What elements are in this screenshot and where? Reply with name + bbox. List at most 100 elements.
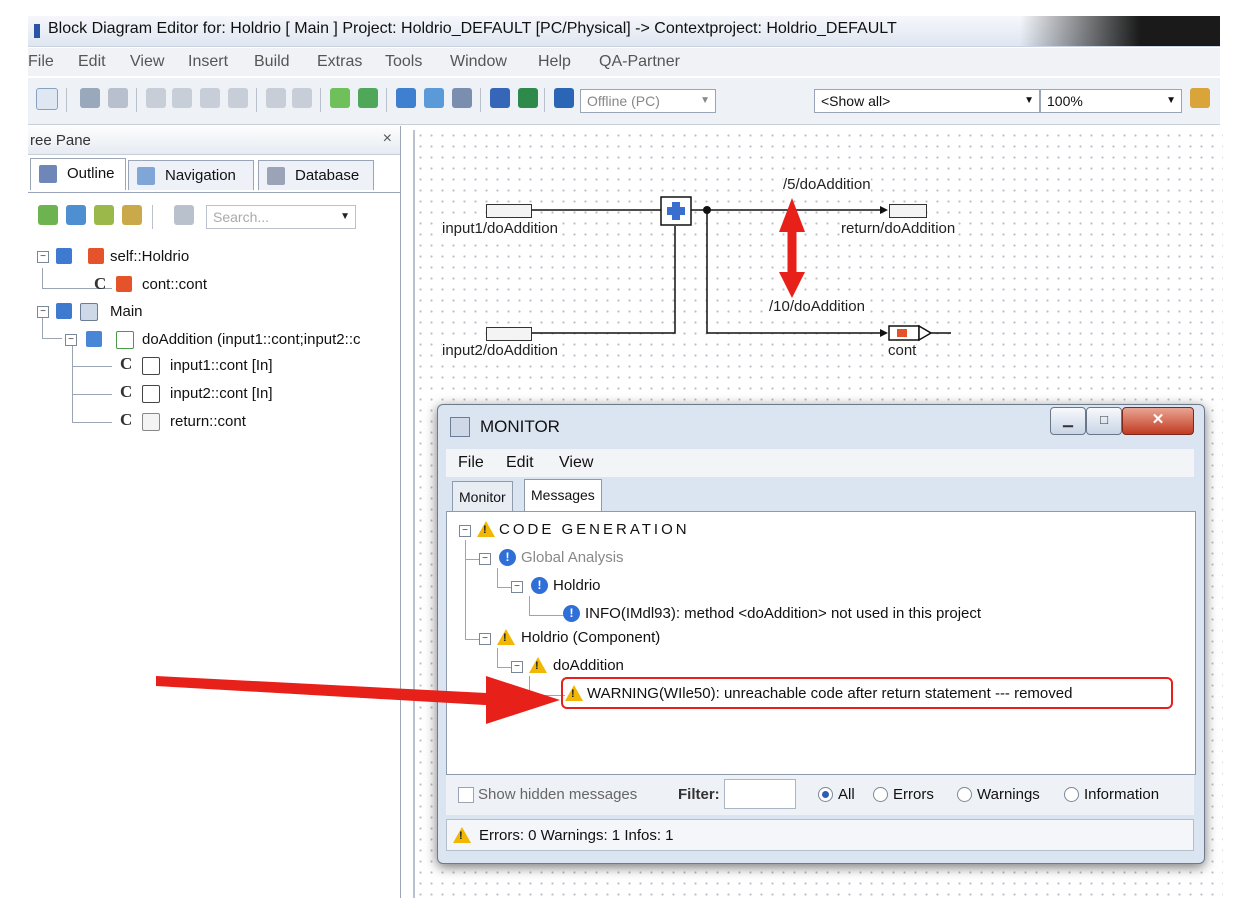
collapse-toggle[interactable]: −: [479, 633, 491, 645]
global-analysis-node[interactable]: Global Analysis: [521, 549, 624, 566]
input2-port[interactable]: [486, 327, 532, 341]
minimize-button[interactable]: ▁: [1050, 407, 1086, 435]
menu-build[interactable]: Build: [254, 53, 290, 71]
tree-pane-header: ree Pane ×: [28, 126, 400, 155]
menu-edit[interactable]: Edit: [78, 53, 106, 71]
annotation-arrow: [156, 676, 560, 724]
menu-window[interactable]: Window: [450, 53, 507, 71]
tree-item-return[interactable]: return::cont: [170, 413, 246, 430]
build-icon[interactable]: [358, 88, 378, 108]
collapse-all-icon[interactable]: [122, 205, 142, 225]
undo-icon[interactable]: [266, 88, 286, 108]
warning-message[interactable]: WARNING(WIle50): unreachable code after …: [587, 685, 1072, 702]
tab-outline-label: Outline: [67, 165, 115, 182]
annotation-arrowhead: [779, 272, 805, 298]
delete-icon[interactable]: [228, 88, 248, 108]
book-green-icon[interactable]: [518, 88, 538, 108]
download-icon[interactable]: [396, 88, 416, 108]
tree-search-placeholder: Search...: [213, 209, 270, 225]
zoom-select[interactable]: 100% ▼: [1040, 89, 1182, 113]
return-port[interactable]: [889, 204, 927, 218]
monitor-titlebar: MONITOR ▁ □ ✕: [438, 405, 1204, 445]
zoom-tool-icon[interactable]: [1190, 88, 1210, 108]
info-message[interactable]: INFO(IMdl93): method <doAddition> not us…: [585, 605, 981, 622]
radio-warnings[interactable]: [957, 787, 972, 802]
tree-item-input2[interactable]: input2::cont [In]: [170, 385, 273, 402]
paste-icon[interactable]: [200, 88, 220, 108]
collapse-toggle[interactable]: −: [37, 251, 49, 263]
messages-panel: − CODE GENERATION − ! Global Analysis − …: [446, 511, 1196, 775]
show-hidden-checkbox[interactable]: [458, 787, 474, 803]
tree-item-self-holdrio[interactable]: self::Holdrio: [110, 248, 189, 265]
tree-item-doaddition[interactable]: doAddition (input1::cont;input2::c: [142, 331, 360, 348]
annotation-arrow-head: [486, 676, 560, 724]
collapse-toggle[interactable]: −: [37, 306, 49, 318]
collapse-toggle[interactable]: −: [459, 525, 471, 537]
tree-search-input[interactable]: Search... ▼: [206, 205, 356, 229]
menu-tools[interactable]: Tools: [385, 53, 422, 71]
mode-select[interactable]: Offline (PC) ▼: [580, 89, 716, 113]
holdrio-component-node[interactable]: Holdrio (Component): [521, 629, 660, 646]
select-tool-icon[interactable]: [36, 88, 58, 110]
print-icon[interactable]: [108, 88, 128, 108]
menu-extras[interactable]: Extras: [317, 53, 362, 71]
tree-item-main[interactable]: Main: [110, 303, 143, 320]
edit-icon: [80, 303, 98, 321]
radio-errors[interactable]: [873, 787, 888, 802]
screen-icon[interactable]: [554, 88, 574, 108]
book-icon[interactable]: [490, 88, 510, 108]
filter-input[interactable]: [724, 779, 796, 809]
titlebar-shade: [1020, 16, 1220, 46]
save-icon[interactable]: [80, 88, 100, 108]
code-generation-node[interactable]: CODE GENERATION: [499, 521, 690, 538]
link-icon[interactable]: [174, 205, 194, 225]
database-icon: [267, 167, 285, 185]
window-title: Block Diagram Editor for: Holdrio [ Main…: [48, 20, 897, 37]
monitor-menu-view[interactable]: View: [559, 454, 593, 472]
radio-all[interactable]: [818, 787, 833, 802]
close-icon[interactable]: ×: [383, 130, 392, 148]
collapse-toggle[interactable]: −: [479, 553, 491, 565]
menu-qa-partner[interactable]: QA-Partner: [599, 53, 680, 71]
network-icon[interactable]: [424, 88, 444, 108]
tab-monitor[interactable]: Monitor: [452, 481, 513, 511]
tab-navigation[interactable]: Navigation: [128, 160, 254, 190]
filter-select[interactable]: <Show all> ▼: [814, 89, 1040, 113]
tab-database[interactable]: Database: [258, 160, 374, 190]
tab-messages[interactable]: Messages: [524, 479, 602, 512]
compile-icon[interactable]: [330, 88, 350, 108]
menu-help[interactable]: Help: [538, 53, 571, 71]
filter-icon[interactable]: [38, 205, 58, 225]
chevron-down-icon: ▼: [340, 211, 350, 222]
navigation-icon: [137, 167, 155, 185]
tab-outline[interactable]: Outline: [30, 158, 126, 190]
tree-line: [72, 366, 112, 367]
tree-item-input1[interactable]: input1::cont [In]: [170, 357, 273, 374]
monitor-menu-edit[interactable]: Edit: [506, 454, 534, 472]
monitor-icon[interactable]: [452, 88, 472, 108]
holdrio-node[interactable]: Holdrio: [553, 577, 601, 594]
tree-line: [497, 568, 498, 588]
messages-filter-bar: Show hidden messages Filter: All Errors …: [446, 775, 1194, 815]
radio-information[interactable]: [1064, 787, 1079, 802]
menu-insert[interactable]: Insert: [188, 53, 228, 71]
redo-icon[interactable]: [292, 88, 312, 108]
chevron-down-icon: ▼: [1024, 95, 1034, 106]
toolbar-separator: [480, 88, 481, 112]
close-button[interactable]: ✕: [1122, 407, 1194, 435]
plus-icon: [667, 207, 685, 215]
sort-icon[interactable]: [66, 205, 86, 225]
copy-icon[interactable]: [172, 88, 192, 108]
collapse-toggle[interactable]: −: [511, 581, 523, 593]
maximize-button[interactable]: □: [1086, 407, 1122, 435]
cut-icon[interactable]: [146, 88, 166, 108]
input1-port[interactable]: [486, 204, 532, 218]
hash-icon: [116, 331, 134, 349]
collapse-toggle[interactable]: −: [65, 334, 77, 346]
tree-item-cont[interactable]: cont::cont: [142, 276, 207, 293]
monitor-menu-file[interactable]: File: [458, 454, 484, 472]
expand-all-icon[interactable]: [94, 205, 114, 225]
wire: [530, 226, 676, 334]
menu-file[interactable]: File: [28, 53, 54, 71]
menu-view[interactable]: View: [130, 53, 164, 71]
